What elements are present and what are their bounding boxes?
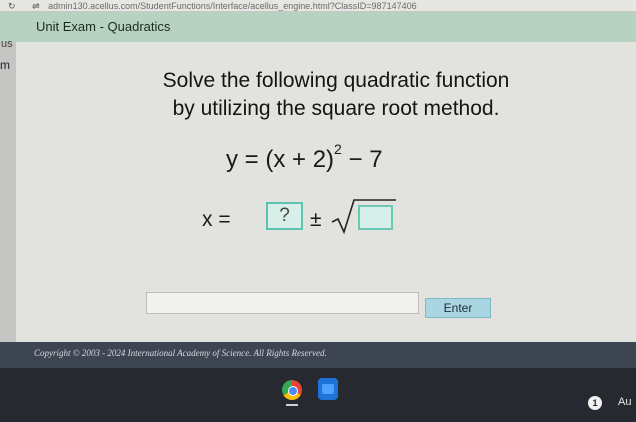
copyright-text: Copyright © 2003 - 2024 International Ac…	[34, 348, 327, 358]
active-app-indicator	[286, 404, 298, 406]
question-panel: Solve the following quadratic function b…	[16, 42, 636, 342]
exam-title: Unit Exam - Quadratics	[36, 19, 171, 34]
value-input-box[interactable]: ?	[266, 202, 303, 230]
chrome-icon[interactable]	[282, 380, 302, 400]
status-area-text[interactable]: Au	[618, 396, 631, 408]
sidebar-fragment-bottom: m	[0, 58, 10, 72]
answer-input[interactable]	[146, 292, 419, 314]
value-placeholder: ?	[279, 205, 290, 226]
equation-lhs: y = (x + 2)	[226, 146, 335, 173]
template-lhs: x =	[202, 208, 231, 231]
notification-badge[interactable]: 1	[588, 396, 602, 410]
site-info-icon[interactable]: ⇌	[32, 1, 40, 11]
given-equation: y = (x + 2)2 − 7	[226, 141, 383, 174]
question-prompt: Solve the following quadratic function b…	[16, 67, 636, 123]
enter-button[interactable]: Enter	[425, 298, 491, 318]
sidebar-fragment-top: us	[1, 38, 13, 50]
reload-icon[interactable]: ↻	[8, 1, 16, 11]
radicand-input-box[interactable]	[358, 205, 393, 230]
prompt-line-2: by utilizing the square root method.	[172, 97, 500, 120]
browser-url-bar[interactable]: ↻ ⇌ admin130.acellus.com/StudentFunction…	[0, 0, 636, 12]
equation-rhs: − 7	[341, 146, 383, 173]
side-panel: us m	[0, 38, 16, 342]
files-icon[interactable]	[318, 378, 338, 400]
equation-exponent: 2	[334, 141, 342, 157]
prompt-line-1: Solve the following quadratic function	[162, 69, 510, 92]
plus-minus-sign: ±	[310, 208, 322, 231]
url-text: admin130.acellus.com/StudentFunctions/In…	[48, 1, 417, 11]
os-taskbar: 1 Au	[0, 368, 636, 422]
exam-header: Unit Exam - Quadratics	[0, 12, 636, 42]
